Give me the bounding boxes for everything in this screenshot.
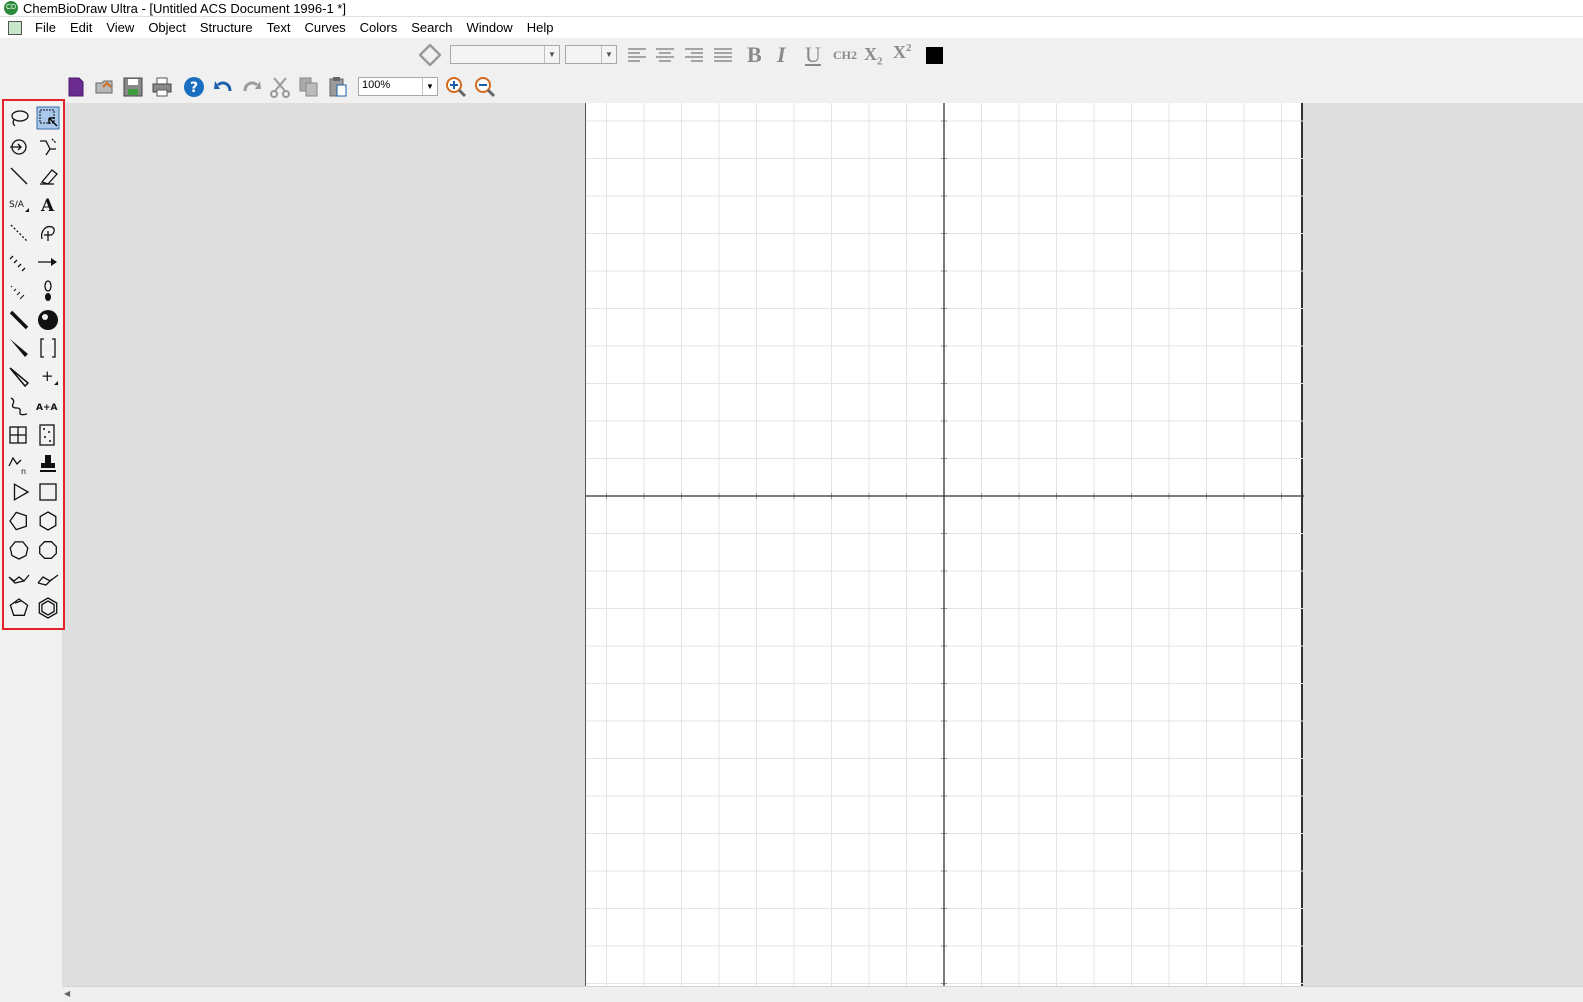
underline-button[interactable]: U [805,42,821,68]
svg-text:A+A: A+A [36,403,58,413]
horizontal-scrollbar[interactable]: ◀ [62,986,1583,1002]
cyclobutane-icon[interactable] [36,480,60,504]
drawing-elements-icon[interactable] [36,308,60,332]
open-folder-icon[interactable] [93,75,117,99]
hollow-wedge-bond-icon[interactable] [7,365,31,389]
menu-object[interactable]: Object [141,20,193,35]
menu-file[interactable]: File [28,20,63,35]
menu-search[interactable]: Search [404,20,459,35]
cyclohexane-icon[interactable] [36,509,60,533]
acyclic-chain-icon[interactable]: n [7,452,31,476]
paste-icon[interactable] [326,75,350,99]
align-justify-icon[interactable] [711,43,735,67]
style-diamond-icon[interactable] [418,43,442,67]
title-bar: CD ChemBioDraw Ultra - [Untitled ACS Doc… [0,0,1583,16]
menu-colors[interactable]: Colors [353,20,405,35]
brackets-tool-icon[interactable] [36,336,60,360]
stamp-tool-icon[interactable] [36,452,60,476]
cut-icon[interactable] [268,75,292,99]
eraser-icon[interactable] [36,164,60,188]
italic-button[interactable]: I [777,42,786,68]
benzene-icon[interactable] [36,596,60,620]
color-swatch [925,46,943,64]
svg-text:?: ? [190,80,198,96]
structure-perspective-icon[interactable] [7,135,31,159]
svg-text:+: + [41,367,54,385]
cycloheptane-icon[interactable] [7,538,31,562]
menu-edit[interactable]: Edit [63,20,99,35]
mass-fragmentation-icon[interactable] [36,135,60,159]
align-center-icon[interactable] [653,43,677,67]
menu-window[interactable]: Window [459,20,519,35]
toolbar-area: ▼ ▼ B I U CH2 X2 X2 ? 100% ▼ [0,38,1583,103]
dashed-bond-icon[interactable] [7,221,31,245]
svg-text:S/A: S/A [9,200,25,210]
drawing-canvas[interactable] [585,103,1304,986]
zoom-out-icon[interactable] [473,75,497,99]
font-family-combo[interactable]: ▼ [450,45,560,64]
redo-icon[interactable] [240,75,264,99]
grid-svg [586,103,1304,986]
cyclohexane-chair2-icon[interactable] [36,567,60,591]
print-icon[interactable] [150,75,174,99]
scroll-left-icon[interactable]: ◀ [64,989,70,998]
app-icon: CD [4,1,18,15]
font-size-combo[interactable]: ▼ [565,45,617,64]
save-icon[interactable] [121,75,145,99]
hashed-wedge-bond-icon[interactable] [7,279,31,303]
subscript-button[interactable]: X2 [864,44,883,68]
marquee-tool-icon[interactable] [36,106,60,130]
arrow-tool-icon[interactable] [36,250,60,274]
solid-bond-icon[interactable] [7,164,31,188]
align-left-icon[interactable] [625,43,649,67]
align-right-icon[interactable] [682,43,706,67]
menu-help[interactable]: Help [520,20,561,35]
menu-bar: File Edit View Object Structure Text Cur… [0,17,1583,38]
cyclopentane-icon[interactable] [7,509,31,533]
document-icon[interactable] [8,20,22,35]
text-tool-icon[interactable]: A [36,192,60,216]
bold-bond-icon[interactable] [7,308,31,332]
cyclohexane-chair1-icon[interactable] [7,567,31,591]
chevron-down-icon: ▼ [422,78,437,95]
bold-button[interactable]: B [747,42,762,68]
orbital-tool-icon[interactable] [36,279,60,303]
menu-text[interactable]: Text [260,20,298,35]
cyclopropane-icon[interactable] [7,480,31,504]
hashed-bond-icon[interactable] [7,250,31,274]
color-swatch-button[interactable] [922,43,946,67]
new-document-icon[interactable] [64,75,88,99]
query-tool-icon[interactable]: A+A [36,394,60,418]
window-title: ChemBioDraw Ultra - [Untitled ACS Docume… [23,0,346,16]
formula-button[interactable]: CH2 [833,48,857,63]
chemical-symbols-icon[interactable]: + [36,365,60,389]
tool-palette: S/A A + A+A n [2,99,65,630]
svg-text:A: A [40,196,55,216]
menu-curves[interactable]: Curves [297,20,352,35]
zoom-value: 100% [362,79,391,91]
superscript-button[interactable]: X2 [893,42,912,63]
menu-view[interactable]: View [99,20,141,35]
tlc-plate-icon[interactable] [36,423,60,447]
lasso-tool-icon[interactable] [7,106,31,130]
chevron-down-icon: ▼ [544,46,559,63]
copy-icon[interactable] [297,75,321,99]
wedged-bond-icon[interactable] [7,336,31,360]
template-tool-icon[interactable] [36,221,60,245]
help-icon[interactable]: ? [182,75,206,99]
stereochemistry-icon[interactable]: S/A [7,192,31,216]
svg-text:n: n [21,467,26,476]
cyclooctane-icon[interactable] [36,538,60,562]
wavy-bond-icon[interactable] [7,394,31,418]
menu-structure[interactable]: Structure [193,20,260,35]
table-tool-icon[interactable] [7,423,31,447]
chevron-down-icon: ▼ [601,46,616,63]
zoom-combo[interactable]: 100% ▼ [358,77,438,96]
undo-icon[interactable] [211,75,235,99]
zoom-in-icon[interactable] [444,75,468,99]
cyclopentadiene-icon[interactable] [7,596,31,620]
